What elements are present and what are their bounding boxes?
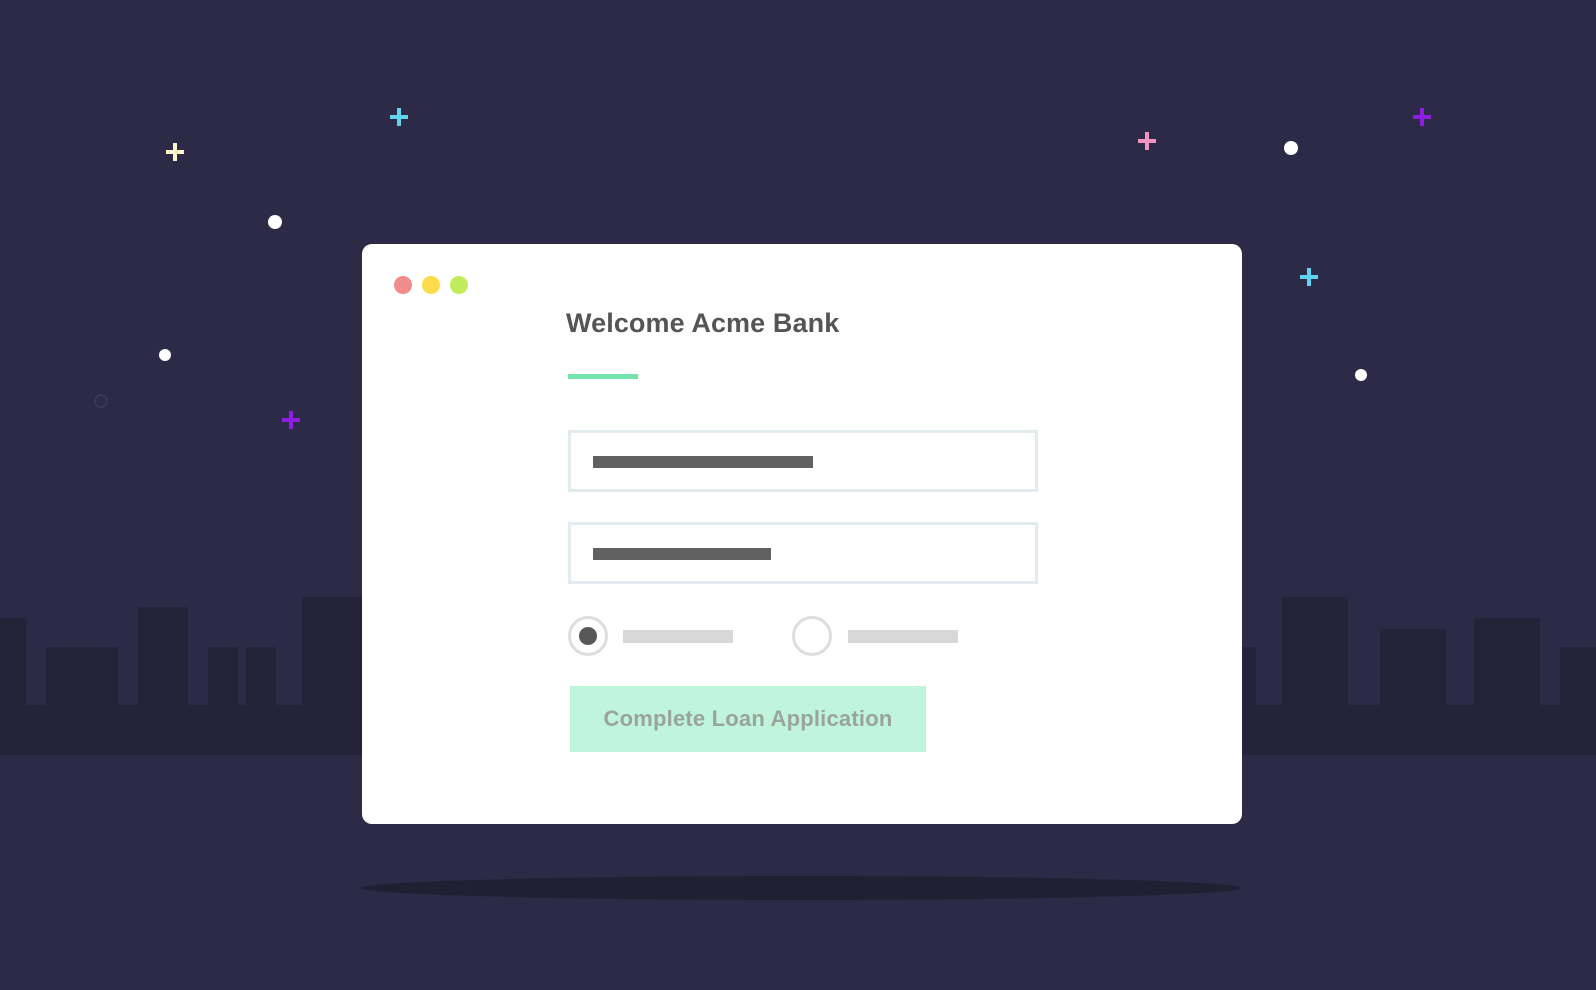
complete-loan-application-button[interactable]: Complete Loan Application bbox=[570, 686, 926, 752]
plus-star-icon bbox=[1300, 268, 1318, 286]
radio-option-1-label-placeholder bbox=[623, 630, 733, 643]
plus-star-icon bbox=[1413, 108, 1431, 126]
dot-star-icon bbox=[159, 349, 171, 361]
page-title: Welcome Acme Bank bbox=[566, 308, 840, 338]
window-shadow bbox=[362, 876, 1242, 900]
window-close-button[interactable] bbox=[394, 276, 412, 294]
app-window: Welcome Acme Bank Complete Loan Applicat… bbox=[362, 244, 1242, 824]
dot-star-icon bbox=[1284, 141, 1298, 155]
dot-star-icon bbox=[268, 215, 282, 229]
radio-selected-indicator bbox=[579, 627, 597, 645]
plus-star-icon bbox=[1138, 132, 1156, 150]
dot-star-icon bbox=[1355, 369, 1367, 381]
plus-star-icon bbox=[166, 143, 184, 161]
window-minimize-button[interactable] bbox=[422, 276, 440, 294]
second-text-input[interactable] bbox=[568, 522, 1038, 584]
title-accent-underline bbox=[568, 374, 638, 379]
plus-star-icon bbox=[282, 411, 300, 429]
radio-option-2[interactable] bbox=[792, 616, 832, 656]
window-maximize-button[interactable] bbox=[450, 276, 468, 294]
second-input-value-placeholder bbox=[593, 548, 771, 560]
first-input-value-placeholder bbox=[593, 456, 813, 468]
background-scene: Welcome Acme Bank Complete Loan Applicat… bbox=[0, 0, 1596, 990]
faint-circle-icon bbox=[94, 394, 108, 408]
radio-group bbox=[568, 616, 988, 656]
first-text-input[interactable] bbox=[568, 430, 1038, 492]
radio-option-1[interactable] bbox=[568, 616, 608, 656]
window-controls bbox=[394, 276, 468, 294]
radio-option-2-label-placeholder bbox=[848, 630, 958, 643]
plus-star-icon bbox=[390, 108, 408, 126]
